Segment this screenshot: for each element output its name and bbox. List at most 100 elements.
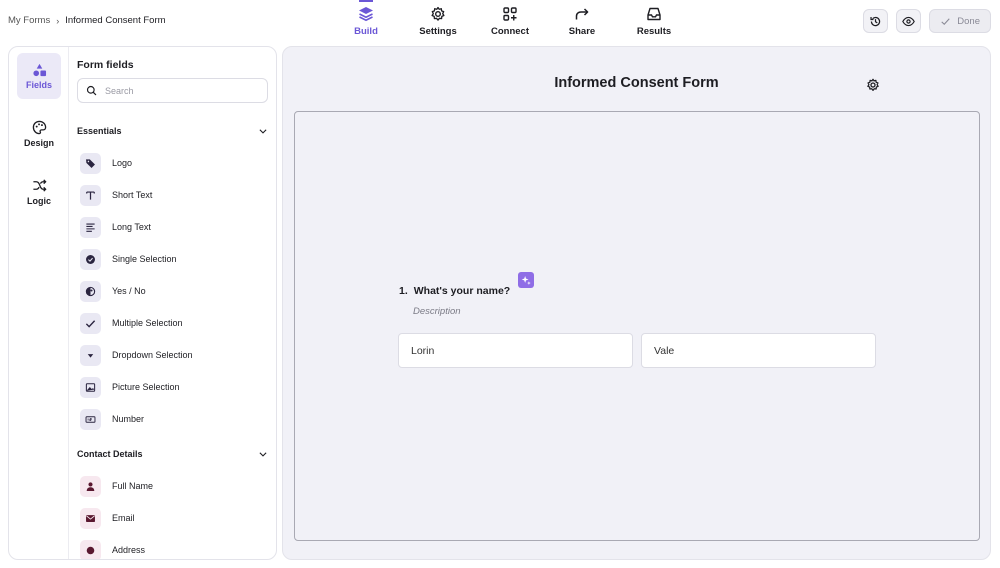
rail-fields[interactable]: Fields bbox=[17, 53, 61, 99]
field-item-label: Single Selection bbox=[112, 254, 177, 264]
chevron-down-icon bbox=[259, 129, 267, 134]
last-name-input[interactable] bbox=[641, 333, 876, 368]
field-item-full-name[interactable]: Full Name bbox=[77, 470, 270, 502]
field-item-label: Long Text bbox=[112, 222, 151, 232]
fields-panel: Form fields Essentials Logo Short Text L… bbox=[69, 47, 276, 559]
ai-sparkle-button[interactable] bbox=[518, 272, 534, 288]
field-item-label: Picture Selection bbox=[112, 382, 180, 392]
rail-fields-label: Fields bbox=[25, 79, 52, 90]
question-title[interactable]: What's your name? bbox=[414, 285, 510, 297]
palette-icon bbox=[32, 120, 46, 135]
tab-connect[interactable]: Connect bbox=[474, 0, 546, 42]
field-item-label: Address bbox=[112, 545, 146, 555]
integrations-icon bbox=[503, 7, 517, 21]
field-item-address[interactable]: Address bbox=[77, 534, 270, 559]
question-number: 1. bbox=[399, 285, 408, 297]
rail-logic[interactable]: Logic bbox=[17, 169, 61, 215]
tab-settings[interactable]: Settings bbox=[402, 0, 474, 42]
search-input[interactable] bbox=[105, 85, 255, 96]
field-item-dropdown-selection[interactable]: Dropdown Selection bbox=[77, 339, 270, 371]
chevron-down-icon bbox=[259, 452, 267, 457]
field-item-label: Full Name bbox=[112, 481, 154, 491]
top-bar: My Forms › Informed Consent Form Build S… bbox=[0, 0, 1000, 42]
tab-share[interactable]: Share bbox=[546, 0, 618, 42]
image-icon bbox=[80, 376, 101, 398]
field-item-logo[interactable]: Logo bbox=[77, 147, 270, 179]
half-circle-icon bbox=[80, 280, 101, 302]
history-button[interactable] bbox=[863, 9, 889, 33]
field-item-short-text[interactable]: Short Text bbox=[77, 179, 270, 211]
tag-icon bbox=[80, 152, 101, 174]
rail-logic-label: Logic bbox=[27, 196, 51, 206]
person-icon bbox=[80, 475, 101, 497]
essentials-list: Logo Short Text Long Text Single Selecti… bbox=[77, 147, 270, 435]
preview-button[interactable] bbox=[896, 9, 922, 33]
share-icon bbox=[575, 8, 589, 20]
done-button[interactable]: Done bbox=[929, 9, 991, 33]
field-item-label: Number bbox=[112, 414, 145, 424]
gear-icon bbox=[431, 6, 445, 21]
search-box bbox=[77, 78, 268, 103]
dropdown-icon bbox=[80, 344, 101, 366]
field-item-single-selection[interactable]: Single Selection bbox=[77, 243, 270, 275]
essentials-section-title: Essentials bbox=[77, 126, 122, 136]
essentials-section-header[interactable]: Essentials bbox=[77, 124, 268, 138]
side-rail: Fields Design Logic bbox=[9, 47, 69, 559]
field-item-label: Logo bbox=[112, 158, 133, 168]
field-item-label: Dropdown Selection bbox=[112, 350, 193, 360]
layers-icon bbox=[359, 7, 373, 22]
tab-share-label: Share bbox=[568, 26, 596, 37]
tab-settings-label: Settings bbox=[419, 26, 457, 37]
history-icon bbox=[870, 16, 881, 26]
paragraph-icon bbox=[80, 216, 101, 238]
tab-build[interactable]: Build bbox=[330, 0, 402, 42]
field-item-long-text[interactable]: Long Text bbox=[77, 211, 270, 243]
search-icon bbox=[86, 85, 97, 96]
form-settings-gear-icon[interactable] bbox=[866, 78, 880, 92]
contact-section-header[interactable]: Contact Details bbox=[77, 447, 268, 461]
question-header: 1. What's your name? bbox=[399, 285, 510, 297]
breadcrumb-current: Informed Consent Form bbox=[65, 15, 166, 26]
tab-results[interactable]: Results bbox=[618, 0, 690, 42]
check-icon bbox=[941, 17, 950, 25]
rail-design-label: Design bbox=[23, 138, 54, 148]
rail-design[interactable]: Design bbox=[17, 111, 61, 157]
field-item-label: Multiple Selection bbox=[112, 318, 183, 328]
mail-icon bbox=[80, 507, 101, 529]
number-icon bbox=[80, 408, 101, 430]
field-item-label: Email bbox=[112, 513, 135, 523]
inbox-icon bbox=[647, 7, 661, 21]
field-item-email[interactable]: Email bbox=[77, 502, 270, 534]
tab-build-label: Build bbox=[354, 26, 378, 37]
location-icon bbox=[80, 539, 101, 559]
contact-section-title: Contact Details bbox=[77, 449, 143, 459]
eye-icon bbox=[902, 16, 916, 26]
breadcrumb-my-forms[interactable]: My Forms bbox=[8, 15, 50, 26]
first-name-input[interactable] bbox=[398, 333, 633, 368]
shuffle-icon bbox=[32, 179, 47, 192]
shapes-icon bbox=[32, 63, 46, 76]
chevron-right-icon: › bbox=[56, 15, 60, 26]
field-item-label: Yes / No bbox=[112, 286, 146, 296]
field-item-yes-no[interactable]: Yes / No bbox=[77, 275, 270, 307]
checkmark-icon bbox=[80, 312, 101, 334]
radio-check-icon bbox=[80, 248, 101, 270]
field-item-label: Short Text bbox=[112, 190, 153, 200]
field-item-picture-selection[interactable]: Picture Selection bbox=[77, 371, 270, 403]
tab-connect-label: Connect bbox=[491, 26, 529, 37]
form-canvas: Informed Consent Form 1. What's your nam… bbox=[282, 46, 991, 560]
form-page-card[interactable]: 1. What's your name? Description bbox=[294, 111, 980, 541]
breadcrumb: My Forms › Informed Consent Form bbox=[8, 15, 166, 26]
done-label: Done bbox=[957, 15, 980, 27]
question-description[interactable]: Description bbox=[413, 306, 461, 317]
fields-panel-title: Form fields bbox=[77, 59, 134, 71]
field-item-multiple-selection[interactable]: Multiple Selection bbox=[77, 307, 270, 339]
text-icon bbox=[80, 184, 101, 206]
tab-results-label: Results bbox=[636, 26, 672, 37]
contact-list: Full Name Email Address bbox=[77, 470, 270, 559]
field-item-number[interactable]: Number bbox=[77, 403, 270, 435]
top-actions: Done bbox=[863, 9, 991, 33]
main-nav: Build Settings Connect Share Results bbox=[330, 0, 690, 42]
sparkle-icon bbox=[521, 275, 531, 285]
form-title[interactable]: Informed Consent Form bbox=[283, 75, 990, 91]
